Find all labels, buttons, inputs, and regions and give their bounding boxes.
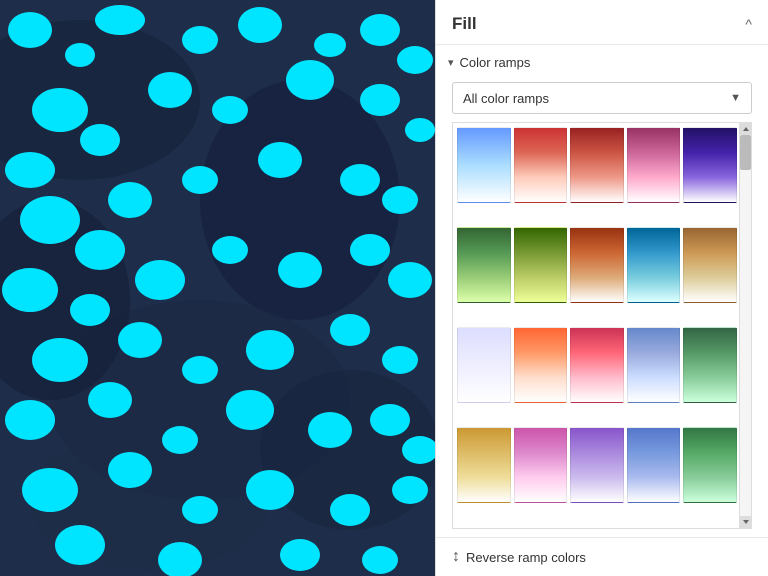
- color-ramps-dropdown[interactable]: All color ramps ▼: [452, 82, 752, 114]
- color-ramp-8[interactable]: [570, 227, 624, 303]
- dropdown-row: All color ramps ▼: [436, 78, 768, 122]
- reverse-ramp-icon: ↕: [452, 548, 460, 566]
- scrollbar-up-arrow[interactable]: [740, 123, 751, 135]
- ramps-scroll-area: [452, 122, 752, 529]
- map-canvas: [0, 0, 435, 576]
- color-ramp-17[interactable]: [514, 427, 568, 503]
- section-arrow-icon: ▾: [448, 56, 454, 69]
- color-ramp-1[interactable]: [457, 127, 511, 203]
- scrollbar-track: [739, 123, 751, 528]
- panel-footer: ↕ Reverse ramp colors: [436, 537, 768, 576]
- fill-panel: Fill ^ ▾ Color ramps All color ramps ▼: [435, 0, 768, 576]
- dropdown-value: All color ramps: [463, 91, 549, 106]
- color-ramp-3[interactable]: [570, 127, 624, 203]
- color-ramp-10[interactable]: [683, 227, 737, 303]
- color-ramp-4[interactable]: [627, 127, 681, 203]
- scrollbar-down-arrow[interactable]: [740, 516, 751, 528]
- color-ramp-2[interactable]: [514, 127, 568, 203]
- color-ramp-6[interactable]: [457, 227, 511, 303]
- color-ramp-13[interactable]: [570, 327, 624, 403]
- ramps-grid: [453, 123, 751, 528]
- color-ramp-19[interactable]: [627, 427, 681, 503]
- panel-header: Fill ^: [436, 0, 768, 45]
- color-ramp-16[interactable]: [457, 427, 511, 503]
- panel-title: Fill: [452, 14, 477, 34]
- color-ramp-11[interactable]: [457, 327, 511, 403]
- color-ramp-18[interactable]: [570, 427, 624, 503]
- color-ramp-9[interactable]: [627, 227, 681, 303]
- color-ramp-20[interactable]: [683, 427, 737, 503]
- reverse-ramp-label[interactable]: Reverse ramp colors: [466, 550, 586, 565]
- color-ramp-15[interactable]: [683, 327, 737, 403]
- section-title: Color ramps: [460, 55, 531, 70]
- color-ramps-section: ▾ Color ramps: [436, 45, 768, 78]
- color-ramp-12[interactable]: [514, 327, 568, 403]
- scrollbar-thumb[interactable]: [740, 135, 751, 170]
- color-ramp-14[interactable]: [627, 327, 681, 403]
- collapse-icon[interactable]: ^: [745, 16, 752, 32]
- color-ramp-7[interactable]: [514, 227, 568, 303]
- color-ramp-5[interactable]: [683, 127, 737, 203]
- dropdown-arrow-icon: ▼: [730, 92, 741, 104]
